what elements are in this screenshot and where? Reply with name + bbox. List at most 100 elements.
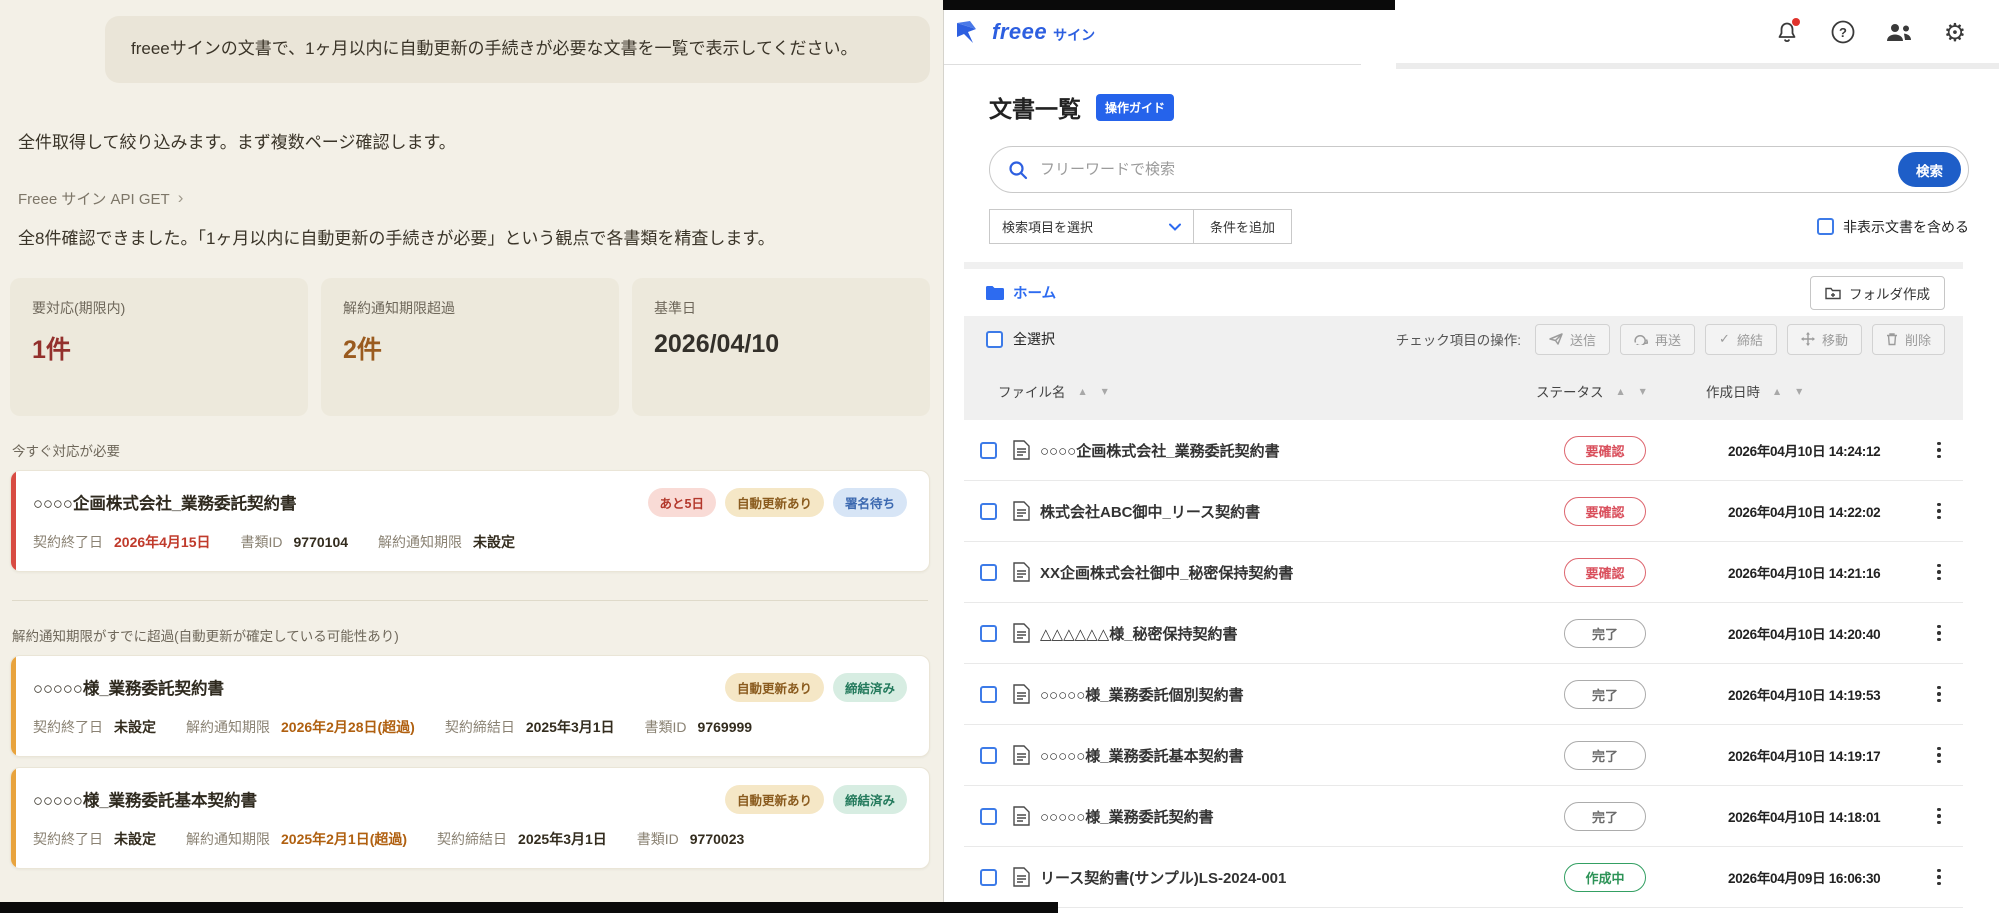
row-menu-kebab-icon[interactable] bbox=[1931, 623, 1947, 643]
freee-sign-app-window: freee サイン ? ⚙ bbox=[943, 0, 1999, 913]
row-menu-kebab-icon[interactable] bbox=[1931, 501, 1947, 521]
search-button[interactable]: 検索 bbox=[1898, 152, 1961, 187]
table-row[interactable]: △△△△△△様_秘密保持契約書 完了 2026年04月10日 14:20:40 bbox=[964, 603, 1963, 664]
operation-guide-badge[interactable]: 操作ガイド bbox=[1096, 94, 1174, 121]
bulk-operations-label: チェック項目の操作: bbox=[1396, 329, 1521, 349]
created-at: 2026年04月10日 14:20:40 bbox=[1728, 623, 1931, 643]
row-checkbox[interactable] bbox=[980, 686, 997, 703]
column-header-status[interactable]: ステータス bbox=[1536, 381, 1604, 401]
document-icon bbox=[1013, 684, 1030, 704]
folder-breadcrumb-row: ホーム フォルダ作成 bbox=[964, 269, 1963, 316]
section-divider bbox=[12, 600, 928, 601]
signed-badge: 締結済み bbox=[833, 785, 907, 814]
contract-card-overdue-1: ○○○○○様_業務委託契約書 自動更新あり 締結済み 契約終了日未設定 解約通知… bbox=[10, 655, 930, 757]
svg-text:?: ? bbox=[1839, 25, 1847, 40]
resend-button[interactable]: 再送 bbox=[1620, 324, 1695, 355]
row-checkbox[interactable] bbox=[980, 808, 997, 825]
auto-renew-badge: 自動更新あり bbox=[725, 673, 824, 702]
auto-renew-badge: 自動更新あり bbox=[725, 785, 824, 814]
chevron-down-icon bbox=[1169, 223, 1181, 231]
brand-suffix: サイン bbox=[1053, 25, 1095, 45]
tool-call-label: Freee サイン API GET bbox=[18, 188, 170, 209]
sort-asc-icon[interactable]: ▲ bbox=[1774, 387, 1780, 396]
table-row[interactable]: ○○○○○様_業務委託個別契約書 完了 2026年04月10日 14:19:53 bbox=[964, 664, 1963, 725]
row-menu-kebab-icon[interactable] bbox=[1931, 806, 1947, 826]
members-icon[interactable] bbox=[1885, 18, 1913, 46]
field-label: 解約通知期限 bbox=[186, 717, 270, 737]
document-name[interactable]: ○○○○○様_業務委託契約書 bbox=[1040, 806, 1558, 827]
table-row[interactable]: 株式会社ABC御中_リース契約書 要確認 2026年04月10日 14:22:0… bbox=[964, 481, 1963, 542]
document-name[interactable]: 株式会社ABC御中_リース契約書 bbox=[1040, 501, 1558, 522]
field-label: 契約締結日 bbox=[437, 829, 507, 849]
search-bar: 検索 bbox=[989, 146, 1969, 193]
sort-desc-icon[interactable]: ▼ bbox=[1640, 387, 1646, 396]
row-checkbox[interactable] bbox=[980, 564, 997, 581]
row-checkbox[interactable] bbox=[980, 869, 997, 886]
trash-icon bbox=[1886, 332, 1898, 346]
row-checkbox[interactable] bbox=[980, 747, 997, 764]
created-at: 2026年04月10日 14:19:17 bbox=[1728, 745, 1931, 765]
field-label: 契約終了日 bbox=[33, 829, 103, 849]
send-button[interactable]: 送信 bbox=[1535, 324, 1610, 355]
select-all-toggle[interactable]: 全選択 bbox=[986, 329, 1055, 349]
section-heading-overdue: 解約通知期限がすでに超過(自動更新が確定している可能性あり) bbox=[12, 625, 930, 645]
document-icon bbox=[1013, 745, 1030, 765]
table-row[interactable]: XX企画株式会社御中_秘密保持契約書 要確認 2026年04月10日 14:21… bbox=[964, 542, 1963, 603]
help-icon[interactable]: ? bbox=[1829, 18, 1857, 46]
settings-gear-icon[interactable]: ⚙ bbox=[1941, 18, 1969, 46]
sort-desc-icon[interactable]: ▼ bbox=[1102, 387, 1108, 396]
select-all-checkbox[interactable] bbox=[986, 331, 1003, 348]
table-row[interactable]: リース契約書(サンプル)LS-2024-001 作成中 2026年04月09日 … bbox=[964, 847, 1963, 908]
user-message-text: freeeサインの文書で、1ヶ月以内に自動更新の手続きが必要な文書を一覧で表示し… bbox=[131, 35, 904, 64]
brand-logo[interactable]: freee サイン bbox=[956, 19, 1095, 45]
row-menu-kebab-icon[interactable] bbox=[1931, 684, 1947, 704]
search-field-select[interactable]: 検索項目を選択 bbox=[989, 209, 1194, 244]
field-label: 契約締結日 bbox=[445, 717, 515, 737]
row-checkbox[interactable] bbox=[980, 442, 997, 459]
delete-button[interactable]: 削除 bbox=[1872, 324, 1945, 355]
sort-asc-icon[interactable]: ▲ bbox=[1080, 387, 1086, 396]
row-menu-kebab-icon[interactable] bbox=[1931, 745, 1947, 765]
add-condition-button[interactable]: 条件を追加 bbox=[1194, 209, 1292, 244]
contract-title: ○○○○○様_業務委託契約書 bbox=[33, 675, 224, 699]
tool-call-link[interactable]: Freee サイン API GET › bbox=[18, 188, 183, 209]
row-checkbox[interactable] bbox=[980, 625, 997, 642]
field-label: 解約通知期限 bbox=[378, 532, 462, 552]
search-input[interactable] bbox=[1040, 161, 1898, 178]
signed-badge: 締結済み bbox=[833, 673, 907, 702]
field-value: 未設定 bbox=[114, 717, 156, 737]
document-name[interactable]: ○○○○○様_業務委託基本契約書 bbox=[1040, 745, 1558, 766]
chevron-right-icon: › bbox=[178, 188, 184, 208]
row-menu-kebab-icon[interactable] bbox=[1931, 867, 1947, 887]
row-menu-kebab-icon[interactable] bbox=[1931, 562, 1947, 582]
column-header-filename[interactable]: ファイル名 bbox=[998, 381, 1066, 401]
include-hidden-docs-toggle[interactable]: 非表示文書を含める bbox=[1817, 217, 1969, 237]
breadcrumb-home[interactable]: ホーム bbox=[986, 282, 1056, 303]
conclude-button[interactable]: ✓ 締結 bbox=[1705, 324, 1777, 355]
include-hidden-checkbox[interactable] bbox=[1817, 218, 1834, 235]
document-name[interactable]: △△△△△△様_秘密保持契約書 bbox=[1040, 623, 1558, 644]
stat-label: 基準日 bbox=[654, 298, 908, 318]
table-row[interactable]: ○○○○企画株式会社_業務委託契約書 要確認 2026年04月10日 14:24… bbox=[964, 420, 1963, 481]
page-title: 文書一覧 bbox=[989, 90, 1081, 124]
row-menu-kebab-icon[interactable] bbox=[1931, 440, 1947, 460]
document-name[interactable]: ○○○○○様_業務委託個別契約書 bbox=[1040, 684, 1558, 705]
table-row[interactable]: ○○○○○様_業務委託契約書 完了 2026年04月10日 14:18:01 bbox=[964, 786, 1963, 847]
row-checkbox[interactable] bbox=[980, 503, 997, 520]
check-icon: ✓ bbox=[1719, 332, 1730, 347]
table-row[interactable]: ○○○○○様_業務委託基本契約書 完了 2026年04月10日 14:19:17 bbox=[964, 725, 1963, 786]
document-name[interactable]: リース契約書(サンプル)LS-2024-001 bbox=[1040, 867, 1558, 888]
user-message-bubble: freeeサインの文書で、1ヶ月以内に自動更新の手続きが必要な文書を一覧で表示し… bbox=[105, 16, 930, 83]
sort-desc-icon[interactable]: ▼ bbox=[1796, 387, 1802, 396]
header-icon-group: ? ⚙ bbox=[1773, 18, 1969, 46]
move-button[interactable]: 移動 bbox=[1787, 324, 1862, 355]
document-name[interactable]: ○○○○企画株式会社_業務委託契約書 bbox=[1040, 440, 1558, 461]
brand-name: freee bbox=[992, 19, 1047, 45]
sort-asc-icon[interactable]: ▲ bbox=[1618, 387, 1624, 396]
column-header-created[interactable]: 作成日時 bbox=[1706, 381, 1760, 401]
create-folder-button[interactable]: フォルダ作成 bbox=[1810, 276, 1945, 310]
table-header-row: ファイル名 ▲ ▼ ステータス ▲ ▼ 作成日時 ▲ ▼ bbox=[964, 362, 1963, 420]
folder-plus-icon bbox=[1825, 286, 1841, 300]
notifications-bell-icon[interactable] bbox=[1773, 18, 1801, 46]
document-name[interactable]: XX企画株式会社御中_秘密保持契約書 bbox=[1040, 562, 1558, 583]
